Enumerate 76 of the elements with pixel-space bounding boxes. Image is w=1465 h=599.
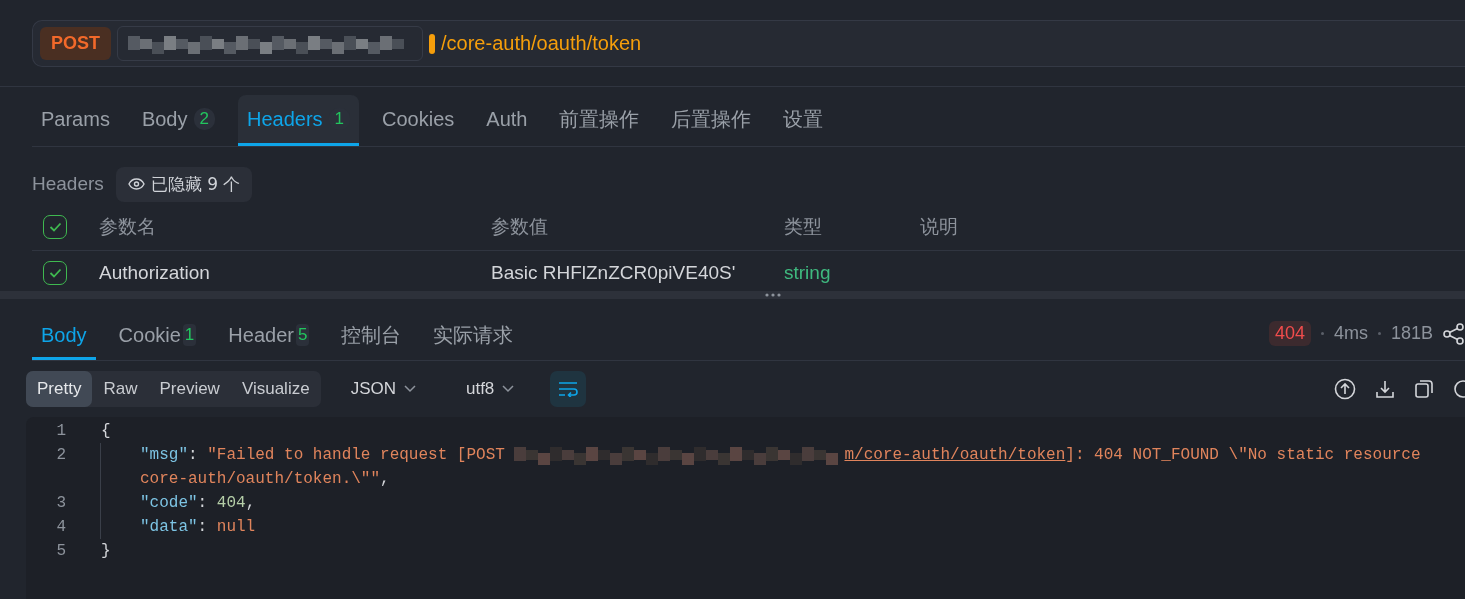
response-size: 181B bbox=[1390, 323, 1433, 344]
view-mode-tab[interactable]: Visualize bbox=[230, 371, 321, 407]
download-icon[interactable] bbox=[1375, 379, 1395, 399]
response-tab[interactable]: 控制台 bbox=[332, 313, 411, 360]
code-token: , bbox=[245, 494, 256, 512]
response-tab[interactable]: Header 5 bbox=[219, 313, 319, 360]
code-token: 404 bbox=[216, 494, 246, 512]
line-number: 3 bbox=[55, 494, 66, 512]
row-checkbox[interactable] bbox=[43, 261, 67, 285]
code-token: : bbox=[197, 494, 209, 512]
count-badge: 2 bbox=[193, 108, 215, 130]
copy-icon[interactable] bbox=[1414, 379, 1434, 399]
response-tab[interactable]: 实际请求 bbox=[424, 313, 523, 360]
check-icon bbox=[48, 221, 62, 232]
view-mode-tab[interactable]: Pretty bbox=[26, 371, 93, 407]
response-tab[interactable]: Cookie 1 bbox=[109, 313, 206, 360]
line-number: 5 bbox=[55, 542, 66, 560]
line-number: 4 bbox=[55, 518, 66, 536]
code-token: , bbox=[380, 470, 390, 488]
code-token: "code" bbox=[140, 494, 198, 512]
chevron-down-icon bbox=[403, 385, 416, 393]
code-token: { bbox=[101, 422, 111, 440]
request-tab[interactable]: 前置操作 bbox=[550, 95, 649, 146]
share-icon[interactable] bbox=[1443, 322, 1465, 345]
code-token: ]: 404 NOT_FOUND \"No static resource bbox=[1065, 446, 1421, 464]
hidden-headers-toggle[interactable]: 已隐藏 9 个 bbox=[115, 166, 253, 202]
response-tab[interactable]: Body bbox=[32, 313, 96, 360]
encoding-select[interactable]: utf8 bbox=[465, 379, 515, 399]
code-token: null bbox=[216, 518, 256, 536]
response-time: 4ms bbox=[1333, 323, 1368, 344]
upload-icon[interactable] bbox=[1334, 378, 1356, 400]
param-name[interactable]: Authorization bbox=[99, 262, 210, 284]
separator-dot bbox=[1377, 332, 1381, 335]
line-number: 1 bbox=[55, 422, 66, 440]
column-header: 说明 bbox=[920, 214, 958, 239]
column-header: 参数值 bbox=[491, 214, 548, 239]
code-token: : bbox=[197, 518, 209, 536]
request-tab[interactable]: Auth bbox=[477, 95, 537, 146]
status-code: 404 bbox=[1268, 321, 1311, 346]
param-value[interactable]: Basic RHFlZnZCR0piVE40S' bbox=[491, 262, 736, 284]
eye-icon bbox=[127, 178, 145, 190]
code-token: : bbox=[188, 446, 199, 464]
host-field[interactable] bbox=[117, 26, 423, 61]
code-token: core-auth/oauth/token.\"" bbox=[140, 470, 381, 488]
check-icon bbox=[48, 268, 62, 278]
code-token: "Failed to handle request [POST bbox=[207, 446, 506, 464]
format-select[interactable]: JSON bbox=[350, 379, 416, 399]
code-token: } bbox=[101, 542, 111, 560]
wrap-icon bbox=[558, 381, 579, 397]
request-tab[interactable]: 设置 bbox=[774, 95, 833, 146]
request-tab[interactable]: Headers 1 bbox=[237, 95, 360, 146]
line-number: 2 bbox=[55, 446, 66, 464]
text-cursor bbox=[429, 33, 435, 54]
separator-dot bbox=[1320, 332, 1324, 335]
view-mode-tab[interactable]: Raw bbox=[92, 371, 149, 407]
count-badge: 5 bbox=[295, 324, 310, 346]
request-tab[interactable]: 后置操作 bbox=[662, 95, 761, 146]
count-badge: 1 bbox=[182, 324, 197, 346]
drag-dots-icon bbox=[764, 293, 781, 297]
resize-handle[interactable] bbox=[0, 291, 1465, 299]
param-type[interactable]: string bbox=[784, 262, 831, 284]
code-token: "data" bbox=[140, 518, 198, 536]
column-header: 参数名 bbox=[99, 214, 156, 239]
method-badge[interactable]: POST bbox=[40, 27, 111, 60]
section-label: Headers bbox=[32, 173, 104, 195]
request-tab[interactable]: Cookies bbox=[373, 95, 464, 146]
request-tab[interactable]: Body 2 bbox=[132, 95, 224, 146]
view-mode-tab[interactable]: Preview bbox=[148, 371, 231, 407]
select-all-checkbox[interactable] bbox=[43, 214, 67, 239]
url-path[interactable]: /core-auth/oauth/token bbox=[441, 32, 642, 55]
word-wrap-button[interactable] bbox=[550, 371, 587, 407]
chevron-down-icon bbox=[502, 385, 515, 393]
code-token: "msg" bbox=[140, 446, 188, 464]
column-header: 类型 bbox=[784, 214, 822, 239]
url-link[interactable]: m/core-auth/oauth/token bbox=[844, 446, 1066, 464]
request-tab[interactable]: Params bbox=[32, 95, 119, 146]
